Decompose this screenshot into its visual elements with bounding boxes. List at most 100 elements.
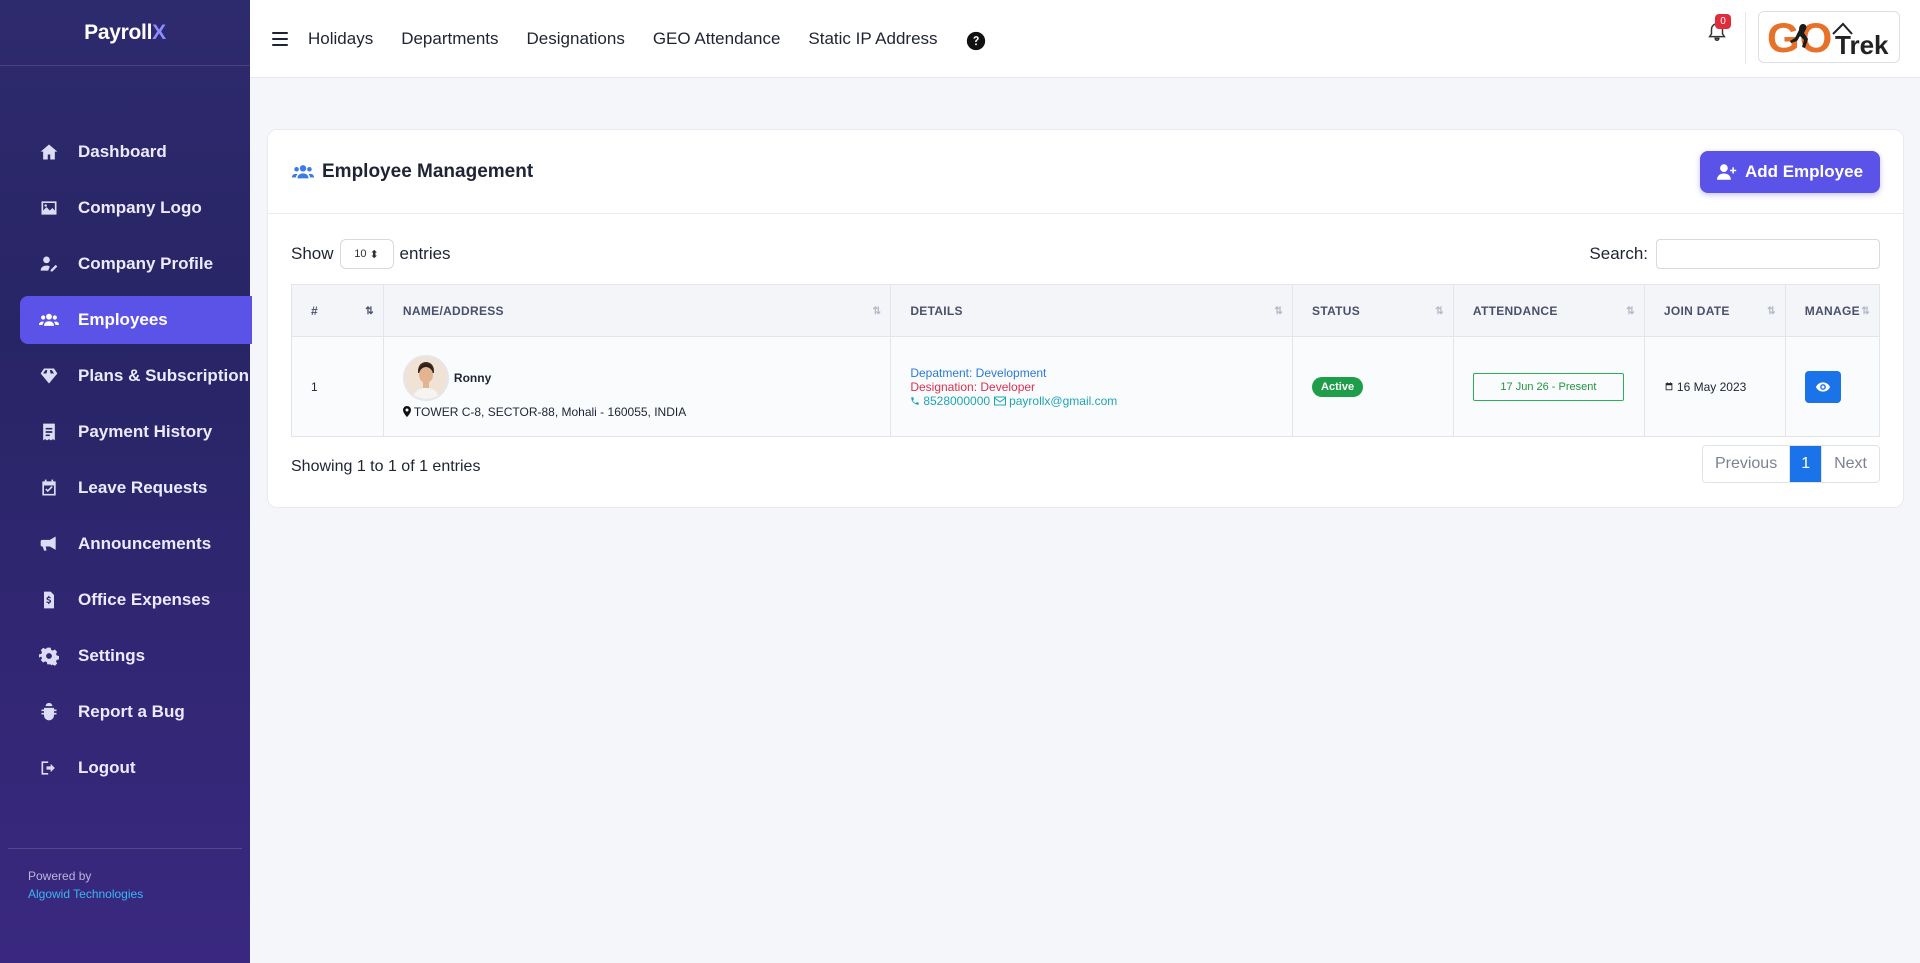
sidebar-item-label: Company Logo bbox=[78, 198, 202, 217]
brand-logo[interactable]: Payroll X bbox=[0, 0, 250, 66]
users-icon bbox=[38, 309, 60, 331]
sidebar-item-leave-requests[interactable]: Leave Requests bbox=[20, 464, 252, 512]
notification-bell-icon[interactable]: 0 bbox=[1706, 14, 1731, 46]
column-header-index[interactable]: # ⇅ bbox=[291, 284, 384, 337]
avatar[interactable] bbox=[402, 354, 449, 401]
top-link-departments[interactable]: Departments bbox=[401, 29, 498, 49]
column-header-label: NAME/ADDRESS bbox=[402, 303, 504, 318]
sidebar-item-office-expenses[interactable]: Office Expenses bbox=[20, 576, 252, 624]
sidebar-item-dashboard[interactable]: Dashboard bbox=[20, 128, 252, 176]
sidebar-item-label: Logout bbox=[78, 758, 136, 777]
sidebar-item-label: Report a Bug bbox=[78, 702, 185, 721]
user-plus-icon bbox=[1716, 164, 1737, 180]
sidebar-item-label: Company Profile bbox=[78, 254, 214, 273]
sidebar: Payroll X Dashboard Company Logo Company … bbox=[0, 0, 252, 963]
cell-attendance: 17 Jun 26 - Present bbox=[1452, 336, 1645, 437]
cell-manage bbox=[1784, 336, 1881, 437]
bug-icon bbox=[38, 701, 60, 723]
sidebar-footer: Powered by Algowid Technologies bbox=[8, 848, 242, 903]
gem-icon bbox=[38, 365, 60, 387]
top-nav: Holidays Departments Designations GEO At… bbox=[308, 29, 966, 49]
add-employee-button[interactable]: Add Employee bbox=[1700, 151, 1880, 193]
designation-text: Designation: Developer bbox=[910, 379, 1036, 394]
sort-icon: ⇅ bbox=[1861, 306, 1870, 317]
column-header-status[interactable]: STATUS ⇅ bbox=[1292, 284, 1454, 337]
employee-management-card: Employee Management Add Employee Show 10… bbox=[267, 129, 1904, 508]
sort-asc-icon: ⇅ bbox=[365, 306, 374, 317]
sidebar-item-employees[interactable]: Employees bbox=[20, 296, 252, 344]
user-edit-icon bbox=[38, 253, 60, 275]
sidebar-item-announcements[interactable]: Announcements bbox=[20, 520, 252, 568]
entries-select[interactable]: 10 ⬍ bbox=[339, 239, 394, 269]
sidebar-item-label: Payment History bbox=[78, 422, 213, 441]
pagination-previous[interactable]: Previous bbox=[1702, 446, 1790, 482]
search-input[interactable] bbox=[1656, 239, 1880, 269]
pagination-next[interactable]: Next bbox=[1821, 446, 1879, 482]
cell-status: Active bbox=[1292, 336, 1454, 437]
sidebar-item-label: Dashboard bbox=[78, 142, 167, 161]
status-badge: Active bbox=[1312, 376, 1364, 397]
calendar-check-icon bbox=[38, 477, 60, 499]
brand-name: Payroll bbox=[84, 20, 153, 44]
sidebar-item-label: Employees bbox=[78, 310, 168, 329]
topbar: Holidays Departments Designations GEO At… bbox=[250, 0, 1920, 78]
view-employee-button[interactable] bbox=[1804, 370, 1841, 403]
column-header-join-date[interactable]: JOIN DATE ⇅ bbox=[1643, 284, 1786, 337]
company-link[interactable]: Algowid Technologies bbox=[28, 885, 242, 903]
cell-details: Depatment: Development Designation: Deve… bbox=[890, 336, 1294, 437]
top-link-static-ip[interactable]: Static IP Address bbox=[808, 29, 937, 49]
attendance-range[interactable]: 17 Jun 26 - Present bbox=[1472, 372, 1624, 401]
sidebar-item-settings[interactable]: Settings bbox=[20, 632, 252, 680]
top-link-designations[interactable]: Designations bbox=[527, 29, 625, 49]
card-header: Employee Management Add Employee bbox=[268, 130, 1903, 214]
avatar-image bbox=[404, 356, 447, 399]
column-header-label: ATTENDANCE bbox=[1472, 303, 1558, 318]
map-marker-icon bbox=[402, 406, 411, 417]
entries-length: Show 10 ⬍ entries bbox=[291, 239, 451, 269]
sidebar-item-company-profile[interactable]: Company Profile bbox=[20, 240, 252, 288]
sidebar-item-report-bug[interactable]: Report a Bug bbox=[20, 688, 252, 736]
top-link-holidays[interactable]: Holidays bbox=[308, 29, 373, 49]
column-header-details[interactable]: DETAILS ⇅ bbox=[890, 284, 1294, 337]
users-icon bbox=[292, 164, 314, 178]
envelope-icon bbox=[994, 396, 1007, 405]
column-header-label: MANAGE bbox=[1804, 303, 1860, 318]
column-header-attendance[interactable]: ATTENDANCE ⇅ bbox=[1452, 284, 1645, 337]
page-title: Employee Management bbox=[292, 161, 533, 183]
sidebar-item-plans[interactable]: Plans & Subscription bbox=[20, 352, 252, 400]
sidebar-item-label: Office Expenses bbox=[78, 590, 211, 609]
column-header-label: DETAILS bbox=[910, 303, 963, 318]
phone-icon bbox=[911, 396, 920, 405]
cell-join-date: 16 May 2023 bbox=[1643, 336, 1786, 437]
sidebar-item-logout[interactable]: Logout bbox=[20, 744, 252, 792]
cell-name-address: Ronny TOWER C-8, SECTOR-88, Mohali - 160… bbox=[382, 336, 892, 437]
sidebar-item-company-logo[interactable]: Company Logo bbox=[20, 184, 252, 232]
show-label: Show bbox=[291, 244, 334, 263]
sidebar-item-label: Leave Requests bbox=[78, 478, 208, 497]
help-icon[interactable] bbox=[966, 31, 986, 51]
column-header-manage[interactable]: MANAGE ⇅ bbox=[1784, 284, 1881, 337]
sort-icon: ⇅ bbox=[1274, 306, 1284, 317]
top-link-geo-attendance[interactable]: GEO Attendance bbox=[653, 29, 781, 49]
employees-table: # ⇅ NAME/ADDRESS ⇅ DETAILS ⇅ STATUS ⇅ ATTEND… bbox=[291, 284, 1881, 437]
join-date-text: 16 May 2023 bbox=[1676, 379, 1747, 394]
home-icon bbox=[38, 141, 60, 163]
phone-text[interactable]: 8528000000 bbox=[923, 394, 990, 408]
receipt-icon bbox=[38, 421, 60, 443]
sidebar-item-payment-history[interactable]: Payment History bbox=[20, 408, 252, 456]
image-icon bbox=[38, 197, 60, 219]
entries-value: 10 bbox=[354, 248, 367, 260]
pagination-page-1[interactable]: 1 bbox=[1789, 446, 1822, 482]
gotrek-logo-image: GO Trek bbox=[1767, 14, 1889, 60]
file-invoice-dollar-icon bbox=[38, 589, 60, 611]
column-header-name[interactable]: NAME/ADDRESS ⇅ bbox=[382, 284, 892, 337]
calendar-icon bbox=[1665, 382, 1673, 391]
company-logo[interactable]: GO Trek bbox=[1758, 11, 1900, 63]
menu-toggle-icon[interactable] bbox=[272, 31, 288, 46]
sort-icon: ⇅ bbox=[1435, 306, 1444, 317]
employee-name[interactable]: Ronny bbox=[454, 371, 491, 385]
search-label: Search: bbox=[1589, 244, 1648, 263]
contact-row: 8528000000 payrollx@gmail.com bbox=[910, 394, 1273, 408]
powered-by-label: Powered by bbox=[28, 869, 92, 883]
email-text[interactable]: payrollx@gmail.com bbox=[1009, 394, 1117, 408]
